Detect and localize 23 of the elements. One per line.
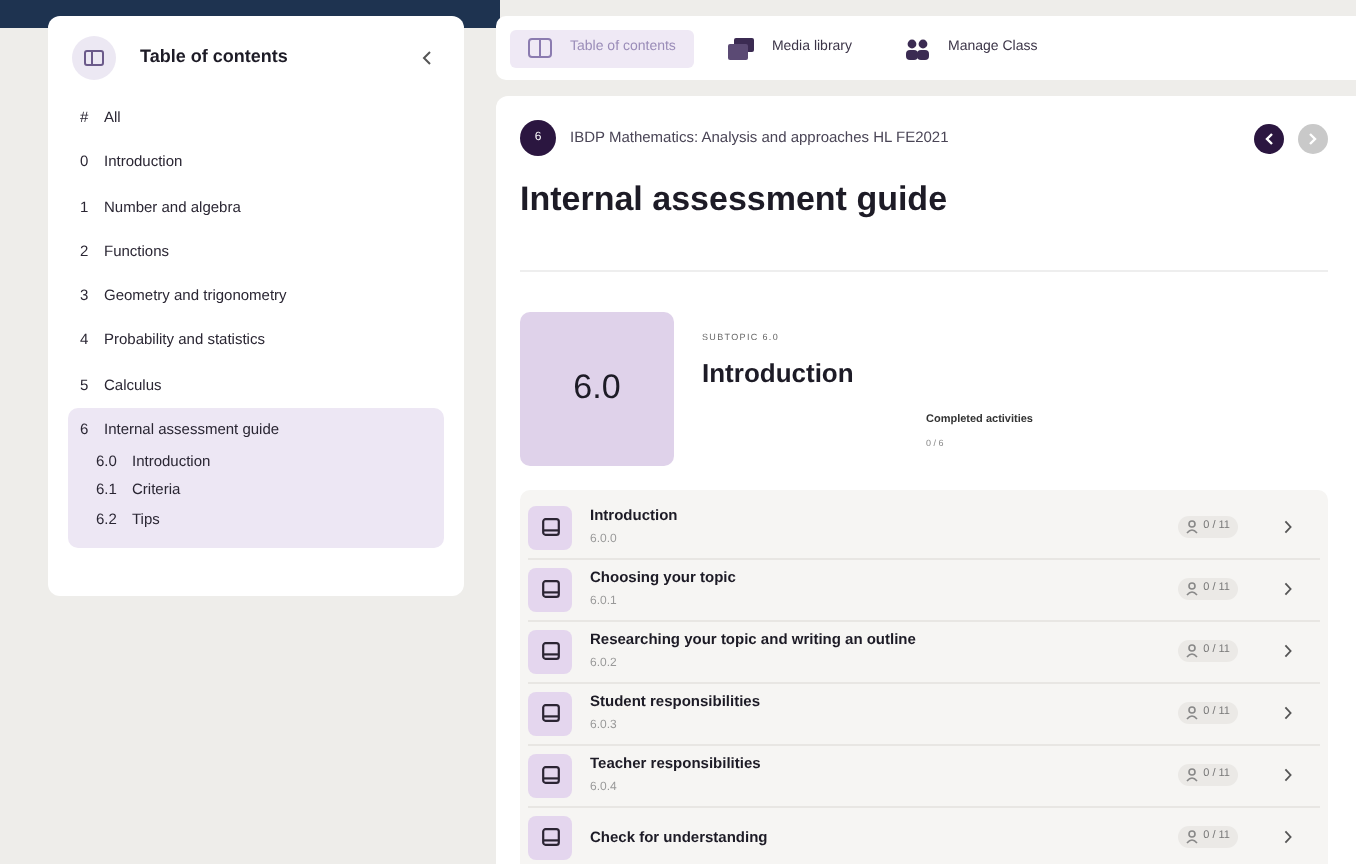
chevron-right-icon	[1284, 768, 1292, 782]
person-icon	[1185, 582, 1200, 596]
person-icon	[1185, 768, 1200, 782]
chevron-right-icon	[1284, 706, 1292, 720]
images-icon	[727, 37, 754, 59]
previous-button[interactable]	[1254, 123, 1284, 153]
chevron-left-icon	[1264, 131, 1274, 145]
person-icon	[1185, 830, 1200, 844]
chevron-right-icon	[1308, 131, 1318, 145]
people-icon	[904, 37, 931, 59]
person-icon	[1185, 706, 1200, 720]
chevron-right-icon	[1284, 830, 1292, 844]
subtopic-number-tile: 6.0	[520, 311, 674, 465]
sidebar-title: Table of contents	[140, 44, 290, 71]
sidebar-icon	[72, 36, 116, 80]
chevron-right-icon	[1284, 520, 1292, 534]
person-icon	[1185, 520, 1200, 534]
chevron-right-icon	[1284, 582, 1292, 596]
page-title: Internal assessment guide	[520, 178, 950, 222]
subtopic-title: Introduction	[702, 356, 856, 393]
chevron-left-icon	[421, 50, 431, 66]
person-icon	[1185, 644, 1200, 658]
chevron-right-icon	[1284, 644, 1292, 658]
